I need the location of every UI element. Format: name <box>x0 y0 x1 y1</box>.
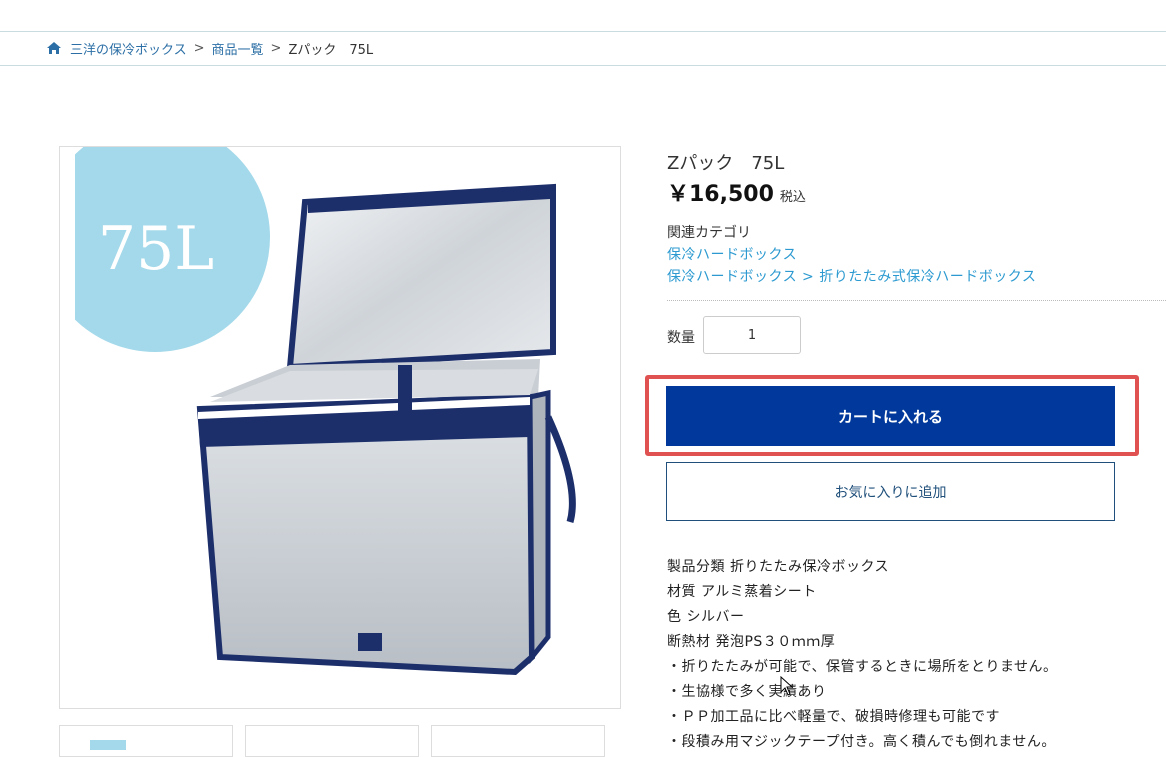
home-icon[interactable] <box>46 41 62 55</box>
product-price: ￥16,500 税込 <box>667 176 806 208</box>
breadcrumb-current: Zパック 75L <box>288 42 374 58</box>
product-description: 製品分類 折りたたみ保冷ボックス 材質 アルミ蒸着シート 色 シルバー 断熱材 … <box>667 555 1058 755</box>
header-divider-bottom <box>0 65 1166 66</box>
category-link-folding[interactable]: 折りたたみ式保冷ハードボックス <box>819 269 1036 285</box>
quantity-input[interactable] <box>703 316 801 354</box>
description-line: 断熱材 発泡PS３０ｍｍ厚 <box>667 634 836 650</box>
product-main-image[interactable]: 75L <box>59 146 621 709</box>
category-path: 保冷ハードボックス > 折りたたみ式保冷ハードボックス <box>667 266 1036 286</box>
divider <box>667 300 1166 301</box>
price-value: ￥16,500 <box>667 182 774 207</box>
header-divider-top <box>0 31 1166 32</box>
description-line: ・折りたたみが可能で、保管するときに場所をとりません。 <box>667 659 1058 675</box>
category-link-parent[interactable]: 保冷ハードボックス <box>667 269 797 285</box>
description-line: ・生協様で多く実績あり <box>667 684 827 700</box>
description-line: 製品分類 折りたたみ保冷ボックス <box>667 559 890 575</box>
description-line: ・ＰＰ加工品に比べ軽量で、破損時修理も可能です <box>667 709 1000 725</box>
description-line: 色 シルバー <box>667 609 745 625</box>
thumbnail-strip <box>59 725 619 757</box>
breadcrumb-list-link[interactable]: 商品一覧 <box>212 39 264 58</box>
description-line: ・段積み用マジックテープ付き。高く積んでも倒れません。 <box>667 734 1056 750</box>
breadcrumb-separator: > <box>193 40 205 56</box>
category-link-hard-box[interactable]: 保冷ハードボックス <box>667 244 797 264</box>
product-title: Zパック 75L <box>667 153 785 174</box>
thumbnail-2[interactable] <box>245 725 419 757</box>
add-to-favorites-button[interactable]: お気に入りに追加 <box>666 462 1115 521</box>
size-badge-text: 75L <box>98 214 214 284</box>
thumbnail-3[interactable] <box>431 725 605 757</box>
add-to-cart-button[interactable]: カートに入れる <box>666 386 1115 446</box>
mouse-cursor-icon <box>780 676 794 696</box>
breadcrumb: 三洋の保冷ボックス > 商品一覧 > Zパック 75L <box>46 39 374 58</box>
description-line: 材質 アルミ蒸着シート <box>667 584 817 600</box>
category-label: 関連カテゴリ <box>667 225 751 241</box>
tax-label: 税込 <box>779 190 806 205</box>
breadcrumb-separator: > <box>270 40 282 56</box>
category-separator: > <box>802 269 815 285</box>
breadcrumb-home-link[interactable]: 三洋の保冷ボックス <box>70 39 187 58</box>
thumbnail-1[interactable] <box>59 725 233 757</box>
quantity-label: 数量 <box>667 330 695 346</box>
